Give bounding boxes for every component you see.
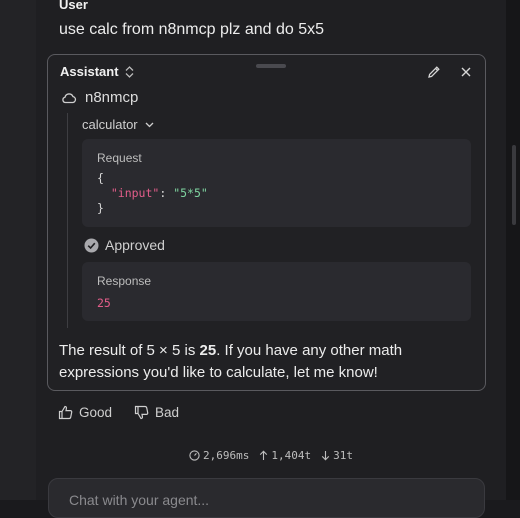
tokens-out-stat: 31t (321, 449, 353, 462)
usage-stats: 2,696ms 1,404t 31t (189, 449, 353, 462)
scrollbar-thumb[interactable] (512, 145, 516, 225)
tokens-in-stat: 1,404t (259, 449, 311, 462)
duration-value: 2,696ms (203, 449, 250, 462)
good-button[interactable]: Good (58, 405, 112, 420)
code-value: "5*5" (173, 186, 208, 200)
answer-result: 25 (199, 342, 217, 359)
tokens-in-value: 1,404t (271, 449, 312, 462)
cloud-icon (62, 92, 77, 103)
chevron-down-icon (145, 122, 154, 127)
pencil-icon (428, 66, 440, 78)
response-label: Response (97, 274, 152, 288)
timer-icon (189, 450, 200, 461)
request-box: Request { "input": "5*5" } (82, 139, 471, 227)
bad-button[interactable]: Bad (134, 405, 179, 420)
arrow-down-icon (321, 451, 330, 461)
chat-input-placeholder: Chat with your agent... (69, 492, 210, 508)
user-message: use calc from n8nmcp plz and do 5x5 (59, 21, 325, 38)
code-close-brace: } (97, 201, 104, 215)
request-code: { "input": "5*5" } (97, 171, 208, 216)
user-label: User (59, 0, 88, 12)
code-colon: : (159, 186, 174, 200)
assistant-card: Assistant n8nmcp calculator Request { "i… (47, 54, 486, 391)
assistant-label: Assistant (60, 64, 119, 79)
tool-name: calculator (82, 117, 138, 132)
tool-toggle[interactable]: calculator (82, 117, 154, 132)
request-label: Request (97, 151, 142, 165)
bad-label: Bad (155, 405, 180, 420)
drag-handle[interactable] (256, 64, 286, 68)
feedback-bar: Good Bad (58, 405, 179, 420)
chat-input[interactable]: Chat with your agent... (48, 478, 485, 518)
tokens-out-value: 31t (333, 449, 353, 462)
good-label: Good (79, 405, 113, 420)
duration-stat: 2,696ms (189, 449, 249, 462)
response-value: 25 (97, 296, 111, 310)
arrow-up-icon (260, 450, 268, 460)
answer-text-start: The result of 5 × 5 is (59, 342, 200, 359)
response-box: Response 25 (82, 262, 471, 321)
assistant-answer: The result of 5 × 5 is 25. If you have a… (59, 340, 469, 384)
close-button[interactable] (457, 63, 475, 81)
close-icon (461, 67, 471, 77)
assistant-selector[interactable]: Assistant (60, 64, 134, 79)
thumbs-down-icon (134, 405, 149, 420)
server-name: n8nmcp (85, 89, 139, 106)
code-open-brace: { (97, 171, 104, 185)
left-rail (0, 0, 36, 500)
server-row: n8nmcp (61, 89, 138, 106)
edit-button[interactable] (425, 63, 443, 81)
approval-status: Approved (84, 237, 165, 253)
chevron-up-down-icon (125, 65, 133, 78)
approval-text: Approved (105, 237, 165, 253)
tool-call-guide-line (67, 113, 68, 328)
check-circle-icon (84, 238, 99, 252)
scrollbar[interactable] (506, 0, 520, 500)
thumbs-up-icon (58, 405, 73, 420)
code-key: "input" (110, 186, 160, 200)
